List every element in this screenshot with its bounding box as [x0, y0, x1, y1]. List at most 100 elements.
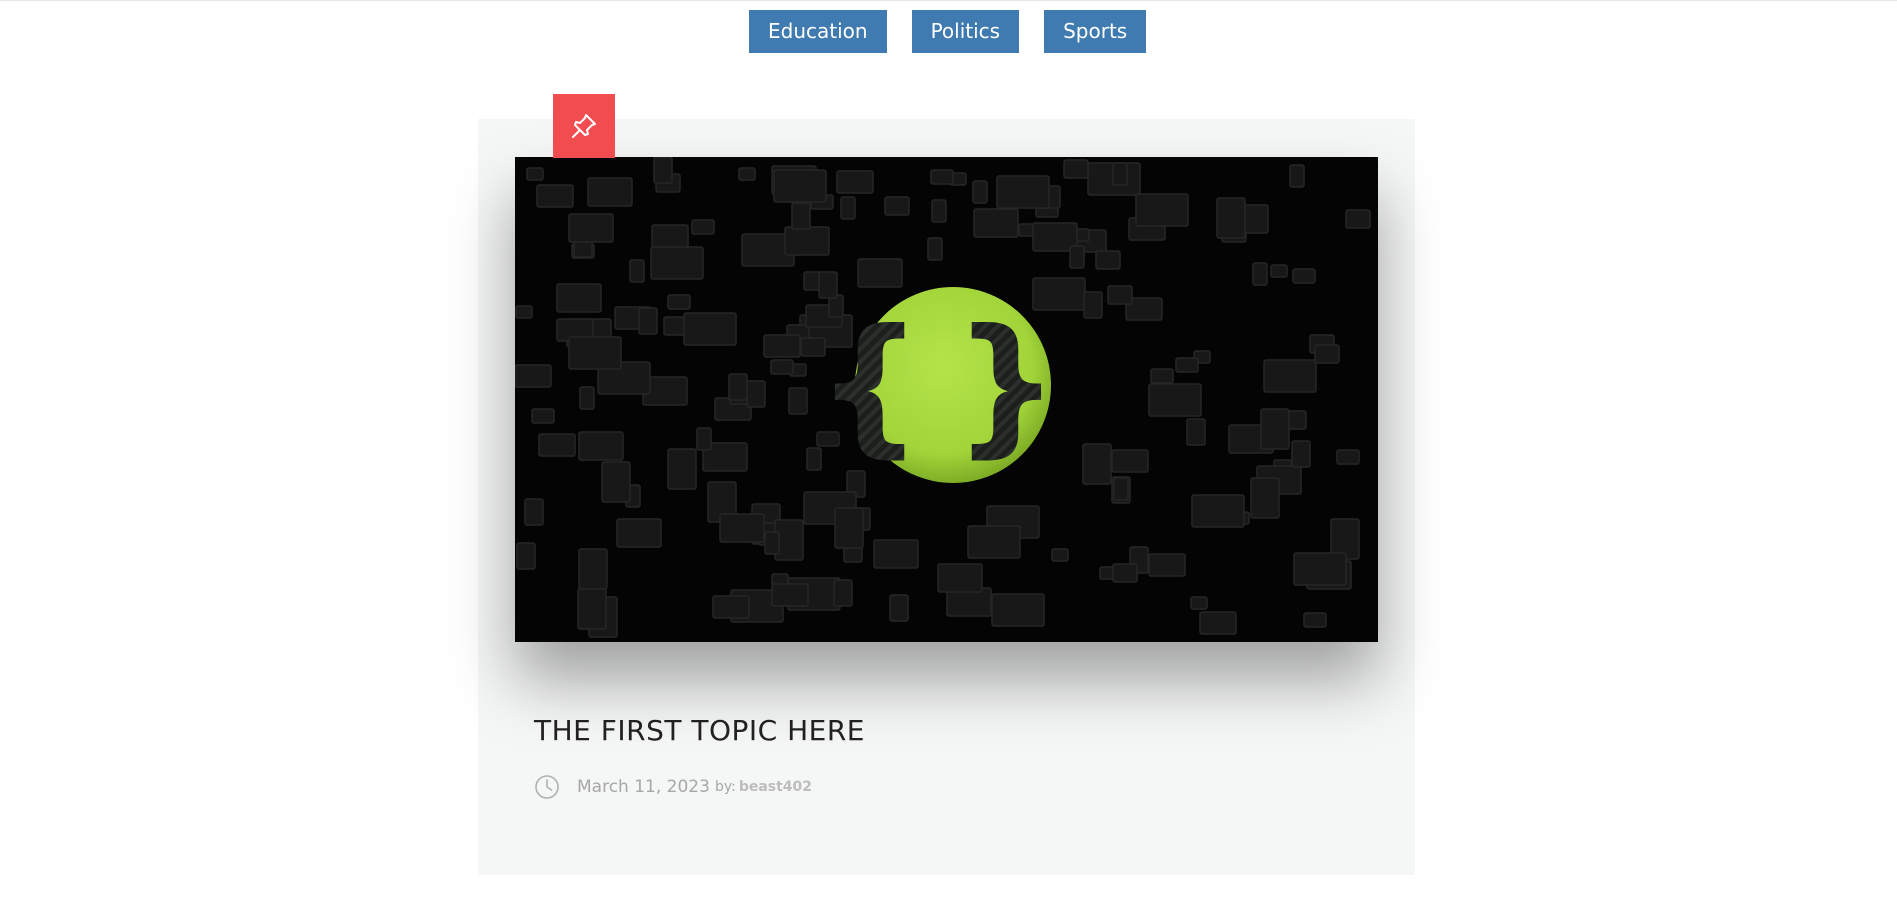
chip-shape	[1063, 159, 1089, 179]
chip-shape	[531, 408, 555, 424]
chip-shape	[1107, 285, 1133, 305]
by-label: by:	[714, 779, 736, 795]
chip-shape	[1111, 449, 1149, 473]
category-button-sports[interactable]: Sports	[1044, 10, 1147, 53]
featured-image[interactable]: {}	[515, 157, 1378, 642]
chip-shape	[667, 448, 697, 490]
category-nav: Education Politics Sports	[749, 10, 1147, 53]
chip-shape	[996, 175, 1050, 209]
chip-shape	[1263, 359, 1317, 393]
chip-shape	[568, 336, 622, 370]
chip-shape	[770, 359, 794, 375]
chip-shape	[515, 364, 552, 388]
chip-shape	[937, 563, 983, 593]
chip-shape	[1260, 408, 1290, 450]
chip-shape	[516, 542, 536, 570]
chip-shape	[788, 387, 808, 415]
chip-shape	[1199, 611, 1237, 635]
post-author-link[interactable]: beast402	[739, 779, 812, 795]
post-meta: March 11, 2023 by: beast402	[534, 774, 812, 800]
chip-shape	[1148, 553, 1186, 577]
chip-shape	[712, 595, 750, 619]
chip-shape	[1113, 477, 1129, 501]
chip-shape	[1135, 193, 1189, 227]
chip-shape	[578, 431, 624, 461]
chip-shape	[691, 219, 715, 235]
chip-shape	[773, 169, 827, 203]
chip-shape	[1336, 449, 1360, 465]
chip-shape	[616, 518, 662, 548]
chip-shape	[818, 271, 838, 299]
chip-shape	[601, 461, 631, 503]
chip-shape	[746, 380, 766, 408]
chip-shape	[1190, 596, 1208, 610]
chip-shape	[840, 196, 856, 220]
chip-shape	[1191, 494, 1245, 528]
chip-shape	[1112, 563, 1138, 583]
chip-shape	[1303, 612, 1327, 628]
chip-shape	[1095, 250, 1121, 270]
chip-shape	[538, 433, 576, 457]
chip-shape	[763, 334, 801, 358]
chip-shape	[1069, 245, 1085, 269]
chip-shape	[873, 539, 919, 569]
chip-shape	[930, 169, 954, 185]
chip-shape	[526, 167, 544, 181]
chip-shape	[927, 237, 943, 261]
chip-shape	[1148, 383, 1202, 417]
chip-shape	[578, 548, 608, 590]
chip-shape	[696, 427, 712, 451]
chip-shape	[568, 213, 614, 243]
chip-shape	[973, 208, 1019, 238]
chip-shape	[738, 167, 756, 181]
chip-shape	[1216, 197, 1246, 239]
chip-shape	[1293, 552, 1347, 586]
chip-shape	[579, 386, 595, 410]
chip-shape	[972, 180, 988, 204]
post-title[interactable]: THE FIRST TOPIC HERE	[534, 714, 865, 747]
chip-shape	[833, 579, 853, 607]
pinned-badge	[553, 94, 615, 158]
post-date: March 11, 2023	[577, 777, 710, 797]
chip-shape	[728, 373, 748, 401]
chip-shape	[1314, 344, 1340, 364]
chip-shape	[650, 246, 704, 280]
curly-braces-logo: {}	[816, 287, 1060, 483]
chip-shape	[577, 588, 607, 630]
chip-shape	[836, 170, 874, 194]
chip-shape	[1292, 268, 1316, 284]
chip-shape	[1291, 440, 1311, 468]
chip-shape	[931, 199, 947, 223]
chip-shape	[1051, 548, 1069, 562]
chip-shape	[1270, 264, 1288, 278]
chip-shape	[764, 531, 780, 555]
chip-shape	[683, 312, 737, 346]
chip-shape	[653, 157, 673, 184]
chip-shape	[556, 283, 602, 313]
pushpin-icon	[572, 114, 596, 138]
chip-shape	[884, 196, 910, 216]
chip-shape	[536, 184, 574, 208]
chip-shape	[1112, 162, 1128, 186]
chip-shape	[515, 305, 533, 319]
chip-shape	[719, 513, 765, 543]
chip-shape	[857, 258, 903, 288]
chip-shape	[991, 593, 1045, 627]
chip-shape	[967, 525, 1021, 559]
category-button-politics[interactable]: Politics	[911, 10, 1020, 53]
chip-shape	[667, 294, 691, 310]
chip-shape	[651, 224, 689, 248]
chip-shape	[1186, 418, 1206, 446]
chip-shape	[629, 259, 645, 283]
chip-shape	[1150, 368, 1174, 384]
chip-shape	[1175, 357, 1199, 373]
chip-shape	[1250, 477, 1280, 519]
chip-shape	[1252, 262, 1268, 286]
chip-shape	[587, 177, 633, 207]
chip-shape	[524, 498, 544, 526]
chip-shape	[1345, 209, 1371, 229]
category-button-education[interactable]: Education	[749, 10, 887, 53]
chip-shape	[834, 507, 864, 549]
clock-icon	[534, 774, 560, 800]
top-divider	[0, 0, 1897, 1]
